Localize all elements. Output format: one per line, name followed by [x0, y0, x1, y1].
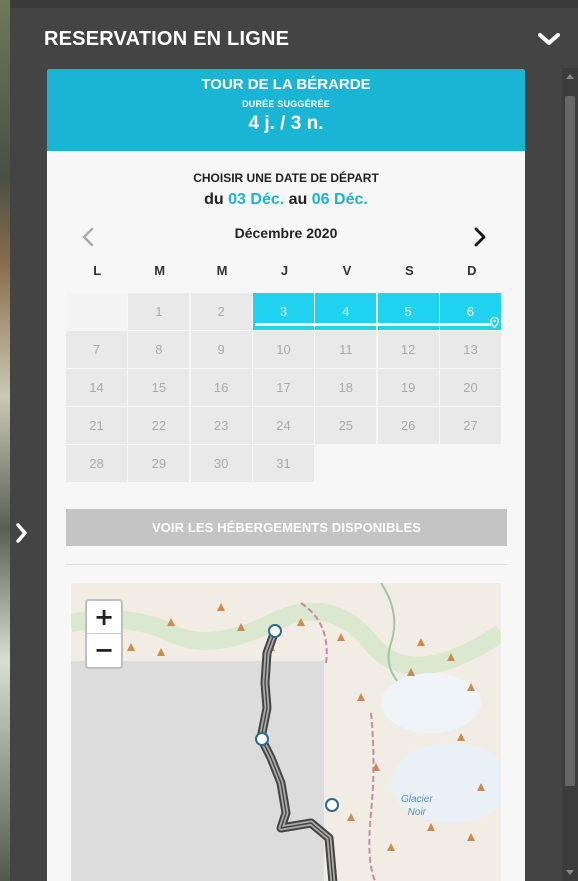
calendar-day[interactable]: 11 [315, 331, 377, 369]
reservation-panel: RESERVATION EN LIGNE TOUR DE LA BÉRARDE … [10, 8, 578, 881]
choose-date-label: CHOISIR UNE DATE DE DÉPART [193, 171, 379, 185]
weekday-label: V [342, 263, 352, 278]
calendar-day[interactable]: 4 [315, 293, 377, 331]
calendar-day[interactable]: 19 [377, 369, 439, 407]
glacier-label-line2: Noir [407, 807, 427, 818]
divider [66, 564, 507, 565]
calendar-day[interactable]: 10 [252, 331, 314, 369]
weekday-label: D [467, 263, 477, 278]
glacier-label-line1: Glacier [401, 794, 433, 805]
scroll-thumb[interactable] [565, 96, 575, 786]
calendar-day[interactable]: 20 [439, 369, 501, 407]
calendar-day[interactable]: 27 [439, 407, 501, 445]
calendar-day[interactable]: 7 [66, 331, 127, 369]
chevron-right-icon[interactable] [14, 522, 30, 544]
weekday-label: J [280, 263, 289, 278]
calendar-day[interactable]: 2 [190, 293, 252, 331]
range-mid: au [288, 191, 308, 208]
background-map-strip [0, 0, 10, 881]
panel-header[interactable]: RESERVATION EN LIGNE [10, 8, 578, 68]
month-label: Décembre 2020 [234, 225, 338, 241]
weekday-header: LMMJVSD [66, 263, 503, 278]
calendar-day[interactable]: 29 [128, 445, 190, 483]
weekday-label: S [405, 263, 414, 278]
calendar-day[interactable]: 15 [128, 369, 190, 407]
weekday-label: M [216, 263, 228, 278]
calendar-day[interactable]: 8 [128, 331, 190, 369]
tour-header: TOUR DE LA BÉRARDE DURÉE SUGGÉRÉE 4 j. /… [47, 69, 525, 151]
calendar-day[interactable]: 1 [128, 293, 190, 331]
calendar-empty-cell [66, 293, 127, 331]
calendar-grid: 1 2 3 4 5 6 7 8 9 10 11 12 13 14 15 16 17 18 19 20 21 22 23 24 2… [66, 293, 503, 483]
scrollbar[interactable] [562, 68, 578, 881]
calendar-day[interactable]: 17 [252, 369, 314, 407]
zoom-in-button[interactable]: + [87, 601, 121, 634]
calendar-empty-cell [439, 445, 501, 483]
stage-marker-icon[interactable] [268, 624, 282, 638]
calendar-day[interactable]: 3 [252, 293, 314, 331]
calendar-section: CHOISIR UNE DATE DE DÉPART du 03 Déc. au… [47, 151, 525, 881]
route-map[interactable]: Glacier Noir + − [71, 583, 501, 881]
range-start: 03 Déc. [228, 191, 285, 208]
selected-date-range: du 03 Déc. au 06 Déc. [47, 191, 525, 209]
range-prefix: du [204, 191, 224, 208]
panel-title: RESERVATION EN LIGNE [44, 28, 290, 50]
stage-markers [255, 624, 339, 812]
calendar-day[interactable]: 28 [66, 445, 127, 483]
reservation-card: TOUR DE LA BÉRARDE DURÉE SUGGÉRÉE 4 j. /… [47, 69, 525, 881]
glacier-label: Glacier Noir [401, 793, 433, 819]
calendar-day[interactable]: 5 [377, 293, 439, 331]
tour-name: TOUR DE LA BÉRARDE [201, 76, 371, 93]
range-end: 06 Déc. [311, 191, 368, 208]
calendar-day[interactable]: 31 [252, 445, 314, 483]
calendar-empty-cell [377, 445, 439, 483]
scroll-down-icon[interactable] [562, 865, 578, 881]
calendar-day[interactable]: 13 [439, 331, 501, 369]
calendar-day[interactable]: 9 [190, 331, 252, 369]
scroll-up-icon[interactable] [562, 68, 578, 84]
calendar-day[interactable]: 24 [252, 407, 314, 445]
calendar-day[interactable]: 21 [66, 407, 127, 445]
calendar-day[interactable]: 30 [190, 445, 252, 483]
calendar-day[interactable]: 6 [439, 293, 501, 331]
calendar-day[interactable]: 18 [315, 369, 377, 407]
zoom-control: + − [85, 599, 123, 669]
stage-marker-icon[interactable] [325, 798, 339, 812]
duration-value: 4 j. / 3 n. [248, 113, 324, 134]
duration-label: DURÉE SUGGÉRÉE [242, 99, 330, 109]
calendar-day[interactable]: 25 [315, 407, 377, 445]
calendar-day[interactable]: 26 [377, 407, 439, 445]
calendar-day[interactable]: 14 [66, 369, 127, 407]
calendar-day[interactable]: 16 [190, 369, 252, 407]
calendar-day[interactable]: 23 [190, 407, 252, 445]
calendar-empty-cell [315, 445, 377, 483]
weekday-label: M [154, 263, 166, 278]
zoom-out-button[interactable]: − [87, 634, 121, 667]
stage-marker-icon[interactable] [255, 732, 269, 746]
chevron-down-icon[interactable] [536, 26, 562, 52]
month-navigation: Décembre 2020 [47, 223, 525, 249]
calendar-day[interactable]: 22 [128, 407, 190, 445]
weekday-label: L [93, 263, 102, 278]
view-accommodations-button[interactable]: VOIR LES HÉBERGEMENTS DISPONIBLES [66, 509, 507, 546]
chevron-right-icon[interactable] [471, 227, 489, 247]
calendar-day[interactable]: 12 [377, 331, 439, 369]
location-pin-icon [490, 317, 499, 328]
